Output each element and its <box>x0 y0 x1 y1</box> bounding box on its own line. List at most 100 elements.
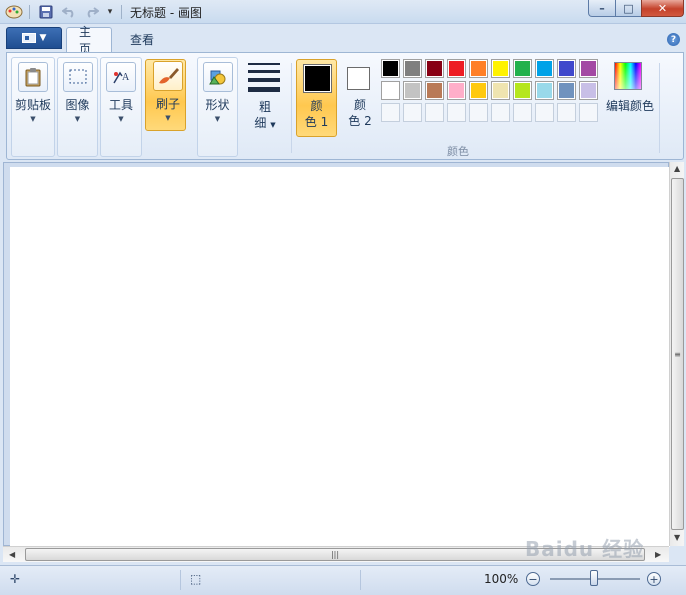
palette-custom-slot[interactable] <box>381 103 400 122</box>
vertical-scroll-thumb[interactable]: ≡ <box>671 178 684 530</box>
palette-color-swatch[interactable] <box>491 81 510 100</box>
save-icon <box>39 5 53 19</box>
line-width-icon <box>248 63 280 97</box>
palette-custom-slot[interactable] <box>403 103 422 122</box>
scroll-down-icon[interactable]: ▼ <box>674 533 680 542</box>
svg-text:A: A <box>122 72 130 83</box>
palette-custom-slot[interactable] <box>513 103 532 122</box>
grip-icon: ≡ <box>674 349 681 359</box>
close-button[interactable]: ✕ <box>641 0 684 17</box>
palette-color-swatch[interactable] <box>381 81 400 100</box>
undo-button[interactable] <box>59 3 79 21</box>
maximize-icon: □ <box>623 1 634 15</box>
palette-custom-slot[interactable] <box>491 103 510 122</box>
palette-color-swatch[interactable] <box>579 59 598 78</box>
palette-color-swatch[interactable] <box>557 81 576 100</box>
tab-view[interactable]: 查看 <box>118 27 166 52</box>
scroll-left-icon[interactable]: ◀ <box>9 550 15 559</box>
palette-color-swatch[interactable] <box>535 59 554 78</box>
clipboard-button[interactable]: 剪贴板 ▼ <box>12 58 54 156</box>
palette-color-swatch[interactable] <box>425 59 444 78</box>
palette-color-swatch[interactable] <box>491 59 510 78</box>
brush-icon <box>153 61 183 91</box>
save-button[interactable] <box>36 3 56 21</box>
chevron-down-icon: ▼ <box>74 115 81 123</box>
palette-custom-slot[interactable] <box>469 103 488 122</box>
separator <box>360 570 361 590</box>
tools-icon: A <box>106 62 136 92</box>
vertical-scrollbar[interactable]: ▲ ≡ ▼ <box>669 162 684 546</box>
tab-home[interactable]: 主页 <box>66 25 112 56</box>
chevron-down-icon: ▼ <box>214 115 221 123</box>
image-group: 图像 ▼ <box>57 57 98 157</box>
palette-color-swatch[interactable] <box>579 81 598 100</box>
clipboard-label: 剪贴板 <box>14 98 51 112</box>
drawing-canvas[interactable] <box>10 167 670 547</box>
brushes-group: 刷子 ▼ <box>144 57 192 157</box>
maximize-button[interactable]: □ <box>615 0 642 17</box>
palette-custom-slot[interactable] <box>447 103 466 122</box>
palette-color-swatch[interactable] <box>425 81 444 100</box>
scroll-up-icon[interactable]: ▲ <box>674 164 680 173</box>
separator <box>180 570 181 590</box>
colors-group-label: 颜色 <box>447 145 469 158</box>
help-icon[interactable]: ? <box>667 33 680 46</box>
palette-color-swatch[interactable] <box>535 81 554 100</box>
palette-custom-slot[interactable] <box>557 103 576 122</box>
image-label: 图像 <box>65 98 90 112</box>
palette-color-swatch[interactable] <box>403 81 422 100</box>
palette-color-swatch[interactable] <box>469 59 488 78</box>
brushes-label: 刷子 <box>155 97 180 111</box>
zoom-in-button[interactable]: + <box>647 572 661 586</box>
palette-custom-slot[interactable] <box>425 103 444 122</box>
chevron-down-icon: ▼ <box>30 115 36 123</box>
brushes-button[interactable]: 刷子 ▼ <box>144 57 192 157</box>
color2-swatch <box>347 67 370 90</box>
color2-button[interactable]: 颜 色 2 <box>341 59 379 137</box>
chevron-down-icon: ▼ <box>270 121 276 129</box>
palette-custom-slot[interactable] <box>579 103 598 122</box>
minus-icon: − <box>528 572 538 586</box>
redo-button[interactable] <box>82 3 102 21</box>
chevron-down-icon: ▼ <box>39 33 47 43</box>
shapes-icon <box>202 62 233 92</box>
minimize-button[interactable]: – <box>588 0 616 17</box>
clipboard-icon <box>18 62 48 92</box>
palette-color-swatch[interactable] <box>381 59 400 78</box>
watermark-logo: Baidu 经验 <box>525 537 645 561</box>
zoom-slider-thumb[interactable] <box>590 570 598 586</box>
palette-color-swatch[interactable] <box>447 81 466 100</box>
select-rectangle-icon <box>62 62 93 92</box>
scroll-right-icon[interactable]: ▶ <box>655 550 661 559</box>
zoom-out-button[interactable]: − <box>526 572 540 586</box>
palette-color-swatch[interactable] <box>513 81 532 100</box>
color-spectrum-icon <box>614 62 642 90</box>
size-button[interactable]: 粗 细 ▼ <box>244 59 286 139</box>
customize-quick-access-icon[interactable]: ▾ <box>103 3 117 21</box>
paint-menu-button[interactable]: ▼ <box>6 27 62 49</box>
separator <box>659 63 660 153</box>
palette-color-swatch[interactable] <box>513 59 532 78</box>
tools-button[interactable]: A 工具 ▼ <box>101 58 141 156</box>
plus-icon: + <box>649 572 659 586</box>
paint-app-icon[interactable] <box>3 3 25 21</box>
separator <box>121 5 122 19</box>
edit-colors-label: 编辑颜色 <box>605 99 654 113</box>
separator <box>29 5 30 19</box>
cursor-position-icon: ✛ <box>10 572 21 586</box>
palette-color-swatch[interactable] <box>557 59 576 78</box>
shapes-button[interactable]: 形状 ▼ <box>198 58 237 156</box>
edit-colors-button[interactable]: 编辑颜色 <box>603 59 657 119</box>
image-button[interactable]: 图像 ▼ <box>58 58 97 156</box>
palette-color-swatch[interactable] <box>469 81 488 100</box>
palette-custom-slot[interactable] <box>535 103 554 122</box>
undo-icon <box>62 7 74 18</box>
tools-label: 工具 <box>108 98 133 112</box>
selection-size-icon: ⬚ <box>190 572 202 586</box>
redo-icon <box>87 7 99 18</box>
clipboard-group: 剪贴板 ▼ <box>11 57 55 157</box>
color1-button[interactable]: 颜 色 1 <box>296 59 337 137</box>
palette-color-swatch[interactable] <box>447 59 466 78</box>
tools-group: A 工具 ▼ <box>100 57 142 157</box>
palette-color-swatch[interactable] <box>403 59 422 78</box>
